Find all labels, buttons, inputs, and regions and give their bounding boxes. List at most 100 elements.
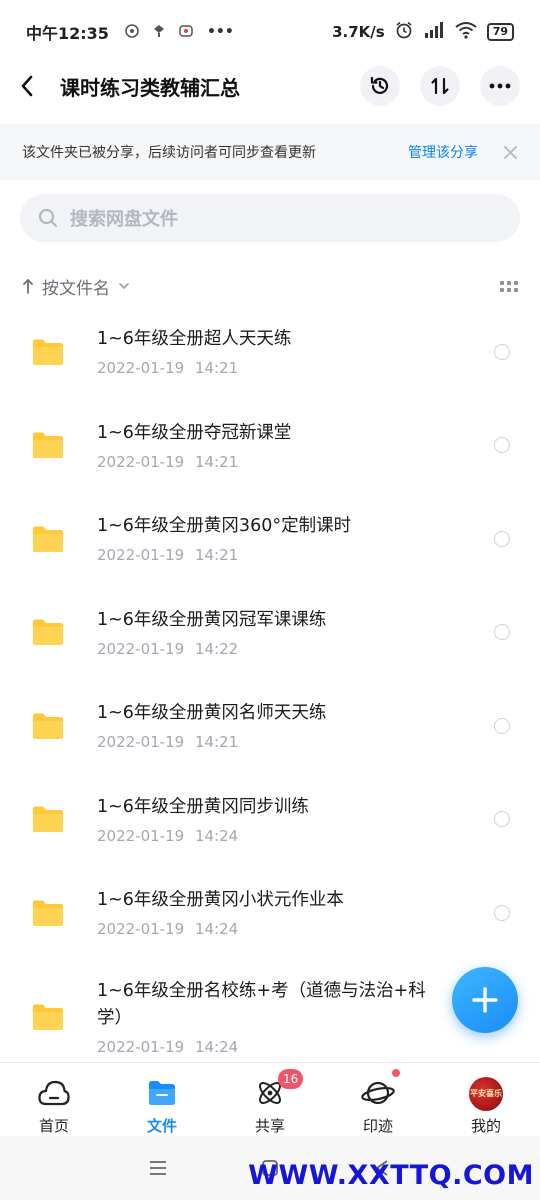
select-checkbox[interactable] [494,530,510,547]
manage-share-link[interactable]: 管理该分享 [408,142,478,162]
history-button[interactable] [360,66,400,106]
watermark-text: WWW.XXTTQ.COM [248,1160,534,1191]
header: 课时练习类教辅汇总 [0,60,540,112]
file-date: 2022-01-19 14:22 [97,639,239,658]
file-name: 1~6年级全册超人天天练 [97,329,292,350]
more-options-button[interactable] [480,66,520,106]
files-folder-icon [145,1077,179,1109]
folder-icon [33,900,63,926]
nav-share[interactable]: 共享 16 [216,1063,324,1136]
file-meta: 1~6年级全册黄冈冠军课课练 2022-01-19 14:22 [97,607,447,658]
file-date: 2022-01-19 14:24 [97,826,239,845]
grid-dot [500,287,504,292]
nav-home[interactable]: 首页 [0,1063,108,1136]
app-notification-icon-2 [179,24,193,41]
avatar: 平安喜乐 [469,1077,503,1111]
file-row[interactable]: 1~6年级全册黄冈冠军课课练 2022-01-19 14:22 [0,586,540,680]
network-speed: 3.7K/s [332,23,385,41]
nav-home-label: 首页 [38,1117,69,1135]
signal-icon [423,21,445,43]
select-checkbox[interactable] [494,811,510,828]
file-row[interactable]: 1~6年级全册夺冠新课堂 2022-01-19 14:21 [0,399,540,493]
transfer-button[interactable] [420,66,460,106]
share-count-badge: 16 [278,1069,304,1089]
header-actions [360,66,520,106]
folder-icon [33,432,63,459]
notification-icons: ••• [125,23,234,41]
app-notification-icon [153,24,165,41]
nav-files-label: 文件 [146,1117,177,1135]
grid-dot [507,287,511,292]
sort-arrow-up-icon [23,279,33,294]
file-date: 2022-01-19 14:21 [97,733,239,752]
file-date: 2022-01-19 14:24 [97,920,239,939]
nav-mine-label: 我的 [470,1117,501,1135]
more-notifications: ••• [206,24,234,40]
sort-row: 按文件名 [22,270,520,302]
cloud-icon [37,1077,71,1109]
file-name: 1~6年级全册黄冈名师天天练 [97,703,327,724]
grid-view-toggle[interactable] [498,275,520,297]
file-row[interactable]: 1~6年级全册超人天天练 2022-01-19 14:21 [0,305,540,399]
select-checkbox[interactable] [494,717,510,734]
folder-icon [33,806,63,833]
select-checkbox[interactable] [494,343,510,360]
file-row[interactable]: 1~6年级全册黄冈名师天天练 2022-01-19 14:21 [0,679,540,773]
file-name: 1~6年级全册黄冈同步训练 [97,796,309,817]
nav-trace[interactable]: 印迹 [324,1063,432,1136]
nav-mine[interactable]: 平安喜乐 我的 [432,1063,540,1136]
status-bar: 中午12:35 ••• 3.7K/s 79 [0,0,540,64]
grid-dot [507,280,511,285]
alarm-icon [395,21,413,43]
menu-icon[interactable] [148,1158,168,1178]
folder-icon [33,526,63,552]
search-input[interactable]: 搜索网盘文件 [20,194,520,242]
close-notice-button[interactable] [502,144,518,160]
plus-icon [472,987,498,1013]
select-checkbox[interactable] [494,904,510,921]
add-button[interactable] [452,967,518,1033]
file-meta: 1~6年级全册超人天天练 2022-01-19 14:21 [97,326,447,377]
file-date: 2022-01-19 14:21 [97,452,239,471]
folder-icon [33,1004,63,1030]
planet-icon [361,1077,395,1109]
close-icon [503,145,517,159]
file-date: 2022-01-19 14:21 [97,359,239,378]
wifi-icon [455,21,477,43]
status-time: 中午12:35 [26,24,109,43]
grid-dot [514,287,518,292]
file-meta: 1~6年级全册名校练+考（道德与法治+科学） 2022-01-19 14:24 [97,978,447,1056]
sort-by-name-button[interactable]: 按文件名 [42,274,110,299]
file-row[interactable]: 1~6年级全册黄冈小状元作业本 2022-01-19 14:24 [0,866,540,960]
file-row[interactable]: 1~6年级全册黄冈同步训练 2022-01-19 14:24 [0,773,540,867]
back-button[interactable] [20,66,50,106]
status-right: 3.7K/s 79 [332,21,514,43]
history-icon [370,76,389,94]
share-notice-text: 该文件夹已被分享，后续访问者可同步查看更新 [22,145,316,161]
file-meta: 1~6年级全册黄冈360°定制课时 2022-01-19 14:21 [97,513,447,564]
file-meta: 1~6年级全册夺冠新课堂 2022-01-19 14:21 [97,420,447,471]
chevron-left-icon [21,75,33,97]
trace-notification-dot [392,1069,400,1077]
file-date: 2022-01-19 14:21 [97,546,239,565]
grid-dot [514,280,518,285]
file-name: 1~6年级全册黄冈360°定制课时 [97,516,352,537]
file-name: 1~6年级全册黄冈小状元作业本 [97,890,344,911]
page-title: 课时练习类教辅汇总 [60,75,240,100]
file-name: 1~6年级全册黄冈冠军课课练 [97,609,327,630]
select-checkbox[interactable] [494,624,510,641]
nav-files[interactable]: 文件 [108,1063,216,1136]
more-icon [489,83,511,89]
folder-icon [33,619,63,646]
search-placeholder: 搜索网盘文件 [70,209,178,230]
file-meta: 1~6年级全册黄冈名师天天练 2022-01-19 14:21 [97,700,447,751]
battery-indicator: 79 [486,23,514,41]
nav-trace-label: 印迹 [362,1117,393,1135]
file-date: 2022-01-19 14:24 [97,1038,239,1056]
nav-share-label: 共享 [254,1117,285,1135]
share-notice-bar: 该文件夹已被分享，后续访问者可同步查看更新 管理该分享 [0,124,540,180]
folder-icon [33,713,63,739]
file-meta: 1~6年级全册黄冈同步训练 2022-01-19 14:24 [97,794,447,845]
file-row[interactable]: 1~6年级全册黄冈360°定制课时 2022-01-19 14:21 [0,492,540,586]
select-checkbox[interactable] [494,437,510,454]
